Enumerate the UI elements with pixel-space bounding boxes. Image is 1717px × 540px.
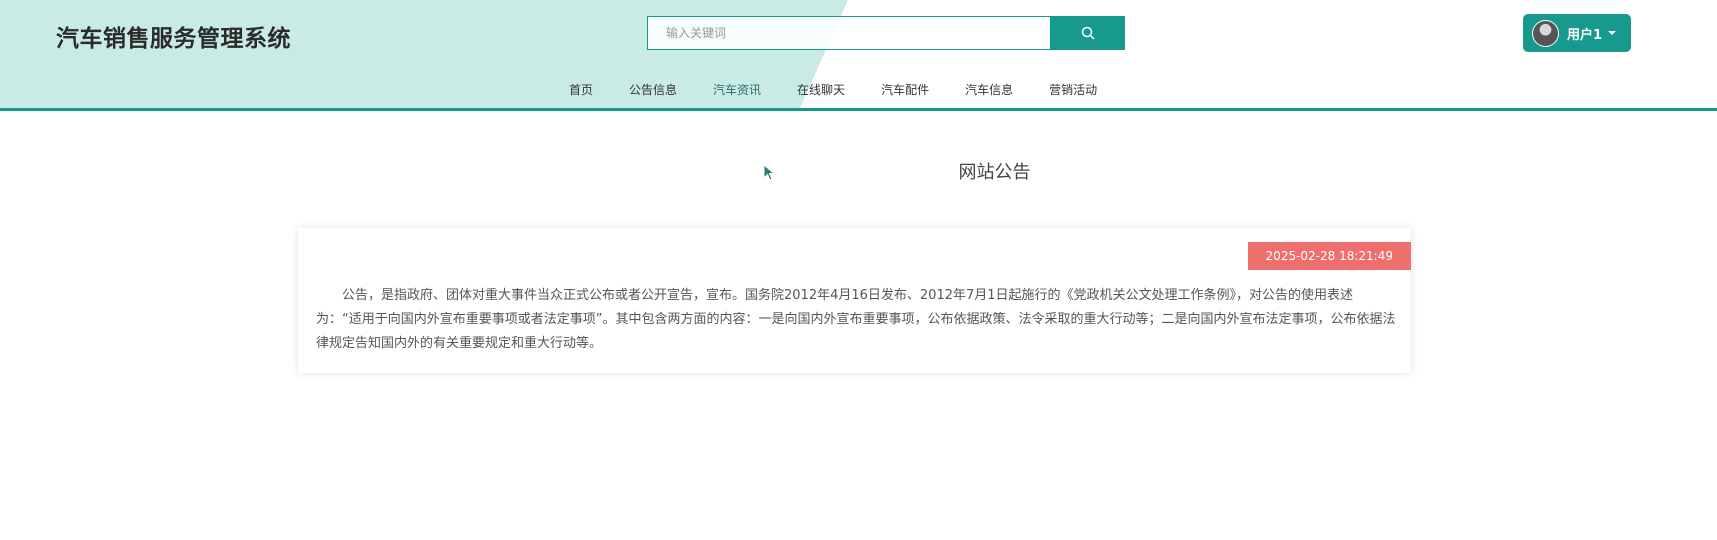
nav-item-label: 在线聊天 [797, 82, 846, 97]
site-title: 汽车销售服务管理系统 [56, 26, 291, 52]
user-name: 用户1 [1567, 27, 1603, 43]
nav-item-car-info[interactable]: 汽车信息 [947, 70, 1031, 108]
avatar [1532, 19, 1559, 47]
nav-item-label: 汽车资讯 [713, 82, 762, 97]
page-title: 网站公告 [958, 162, 1031, 183]
nav-item-label: 营销活动 [1049, 82, 1098, 97]
announcement-content: 公告，是指政府、团体对重大事件当众正式公布或者公开宣告，宣布。国务院2012年4… [316, 288, 1396, 351]
announcement-card: 2025-02-28 18:21:49 公告，是指政府、团体对重大事件当众正式公… [298, 228, 1411, 373]
nav-item-label: 汽车配件 [881, 82, 930, 97]
search-input[interactable] [647, 16, 1051, 50]
nav-item-home[interactable]: 首页 [551, 70, 611, 108]
user-menu-button[interactable]: 用户1 [1523, 14, 1631, 52]
nav-item-label: 首页 [569, 82, 594, 97]
nav-item-promotions[interactable]: 营销活动 [1031, 70, 1115, 108]
search-button[interactable] [1051, 16, 1125, 50]
mouse-cursor-icon [763, 164, 776, 181]
nav-item-car-parts[interactable]: 汽车配件 [863, 70, 947, 108]
header: 汽车销售服务管理系统 用户1 首页 公告信息 汽车资讯 在线聊天 汽车配件 [0, 0, 1717, 111]
search-bar [647, 16, 1125, 50]
nav-item-label: 汽车信息 [965, 82, 1014, 97]
section-title-wrapper: 网站公告 [0, 158, 1717, 184]
nav-item-car-news[interactable]: 汽车资讯 [695, 70, 779, 108]
nav-item-online-chat[interactable]: 在线聊天 [779, 70, 863, 108]
main-nav: 首页 公告信息 汽车资讯 在线聊天 汽车配件 汽车信息 营销活动 [551, 70, 1115, 108]
nav-item-announcements[interactable]: 公告信息 [611, 70, 695, 108]
chevron-down-icon [1608, 31, 1617, 35]
search-icon [1081, 26, 1095, 40]
date-badge: 2025-02-28 18:21:49 [1247, 242, 1411, 270]
nav-item-label: 公告信息 [629, 82, 678, 97]
